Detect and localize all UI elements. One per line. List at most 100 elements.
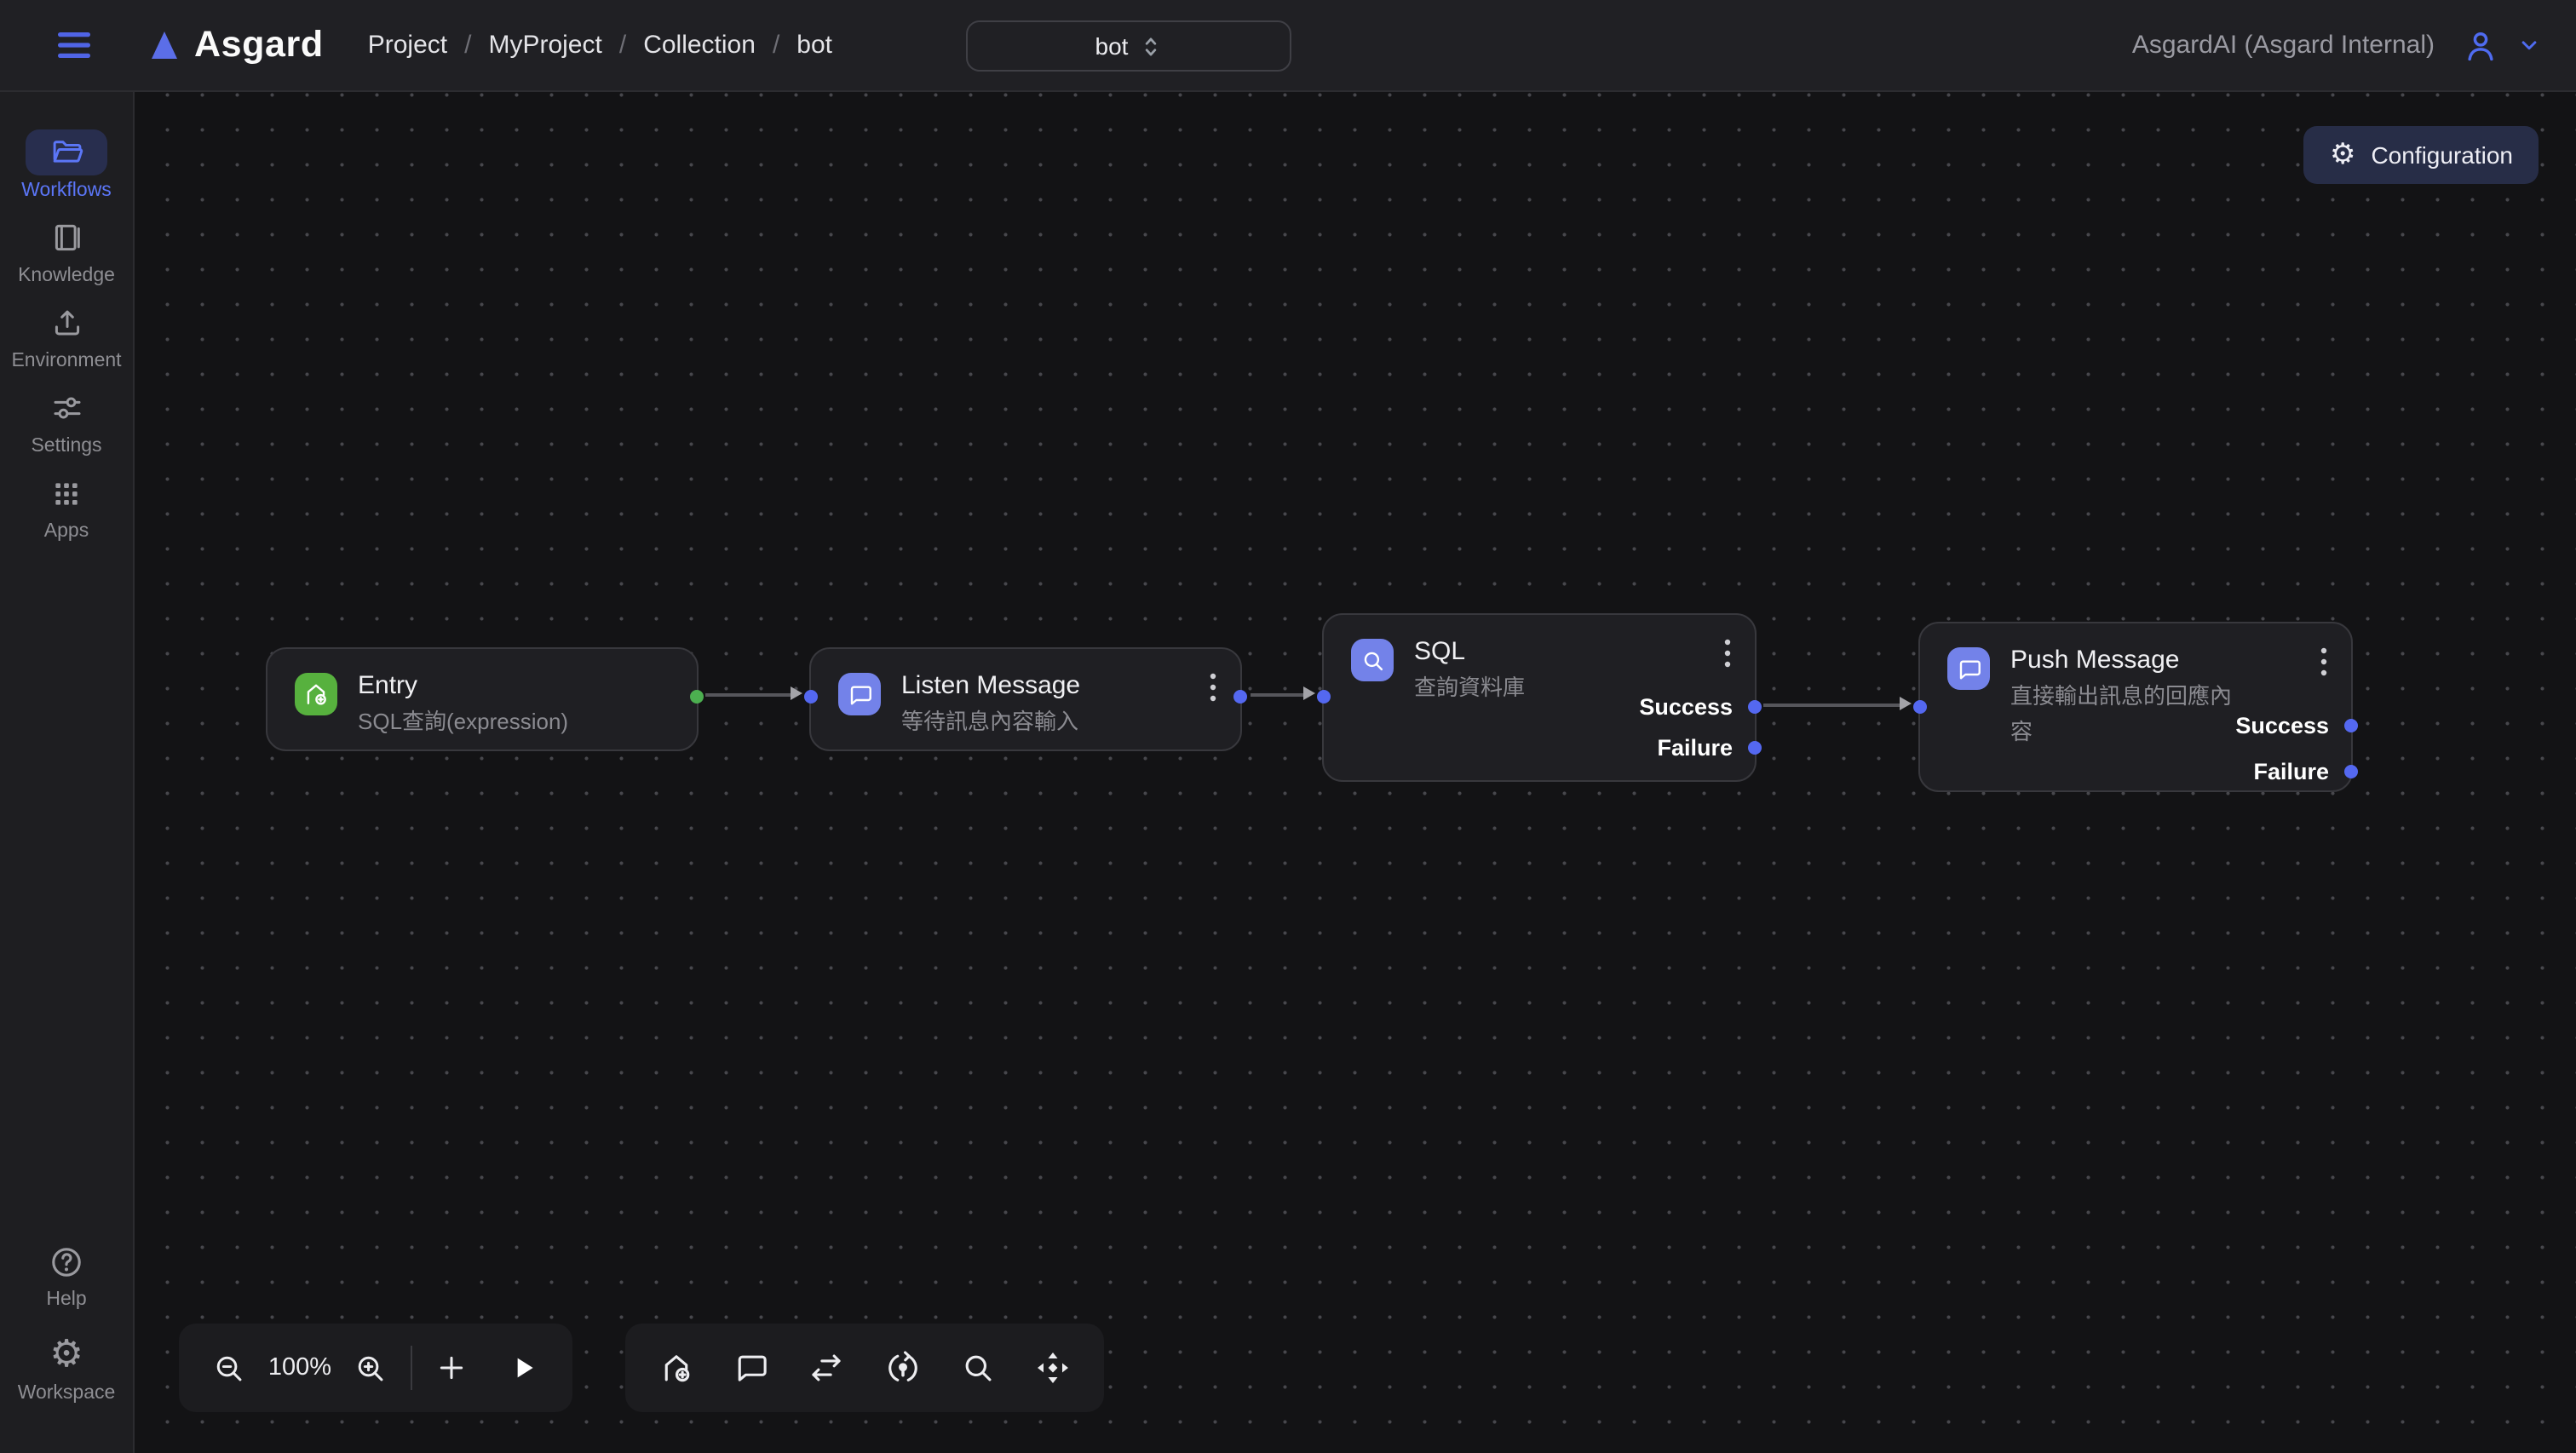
- breadcrumb-separator: /: [464, 31, 471, 60]
- sidebar-item-label: Workspace: [0, 1383, 133, 1404]
- kebab-menu-icon[interactable]: [1724, 639, 1731, 668]
- triangle-logo: [150, 31, 179, 60]
- play-icon[interactable]: [506, 1351, 540, 1385]
- top-header: Asgard Project / MyProject / Collection …: [0, 0, 2576, 92]
- sidebar-item-apps[interactable]: Apps: [0, 470, 133, 542]
- gear-icon: ⚙: [49, 1336, 83, 1374]
- breadcrumb-separator: /: [773, 31, 779, 60]
- edge-entry-to-listen: [705, 693, 792, 696]
- breadcrumb-collection[interactable]: Collection: [643, 31, 756, 60]
- help-circle-icon: [48, 1243, 85, 1280]
- loop-lightbulb-icon[interactable]: [883, 1349, 921, 1387]
- node-push-message[interactable]: Push Message 直接輸出訊息的回應內容 Success Failure: [1918, 622, 2353, 792]
- sidebar-item-workspace[interactable]: ⚙ Workspace: [0, 1332, 133, 1404]
- breadcrumb-project[interactable]: Project: [368, 31, 447, 60]
- edge-arrowhead: [1900, 697, 1912, 710]
- input-port[interactable]: [1913, 700, 1927, 714]
- input-port[interactable]: [804, 690, 818, 704]
- output-port[interactable]: [1233, 690, 1247, 704]
- workflow-canvas[interactable]: ⚙ Configuration Entry SQL查詢(expression): [135, 92, 2576, 1453]
- breadcrumb-myproject[interactable]: MyProject: [488, 31, 601, 60]
- folder-open-icon: [49, 135, 84, 170]
- configuration-button-label: Configuration: [2371, 141, 2513, 169]
- account-label: AsgardAI (Asgard Internal): [2132, 31, 2435, 60]
- edge-sql-success-to-push: [1763, 704, 1901, 706]
- sidebar-item-knowledge[interactable]: Knowledge: [0, 215, 133, 286]
- sidebar-item-label: Environment: [0, 351, 133, 371]
- zoom-level: 100%: [264, 1354, 336, 1381]
- node-sql[interactable]: SQL 查詢資料庫 Success Failure: [1322, 613, 1757, 782]
- sliders-icon: [49, 390, 84, 426]
- configuration-button[interactable]: ⚙ Configuration: [2304, 126, 2539, 184]
- toolbar-divider: [411, 1346, 412, 1390]
- house-plus-icon: [295, 673, 337, 715]
- node-text: Listen Message 等待訊息內容輸入: [901, 668, 1080, 740]
- input-port[interactable]: [1317, 690, 1331, 704]
- node-title: Push Message: [2010, 642, 2239, 678]
- apps-grid-icon: [49, 476, 83, 510]
- left-sidebar: Workflows Knowledge Environment: [0, 92, 135, 1453]
- output-label-success: Success: [1639, 694, 1733, 720]
- node-title: SQL: [1414, 634, 1525, 669]
- header-account-area: AsgardAI (Asgard Internal): [2132, 26, 2576, 64]
- node-text: Entry SQL查詢(expression): [358, 668, 568, 740]
- chat-bubble-icon: [1947, 647, 1990, 690]
- node-text: Push Message 直接輸出訊息的回應內容: [2010, 642, 2239, 749]
- search-icon: [1351, 639, 1394, 681]
- house-plus-icon[interactable]: [658, 1349, 695, 1387]
- workflow-select[interactable]: bot: [966, 20, 1291, 72]
- output-port-failure[interactable]: [1748, 740, 1762, 754]
- zoom-out-icon[interactable]: [211, 1350, 247, 1386]
- chevron-down-icon[interactable]: [2516, 32, 2542, 58]
- sidebar-item-label: Settings: [0, 436, 133, 457]
- app-window: Asgard Project / MyProject / Collection …: [0, 0, 2576, 1453]
- person-icon[interactable]: [2462, 26, 2499, 64]
- unfold-icon: [1140, 33, 1162, 59]
- edge-arrowhead: [1303, 686, 1315, 700]
- upload-icon: [49, 305, 84, 341]
- swap-arrows-icon[interactable]: [808, 1349, 846, 1387]
- chat-bubble-icon: [838, 673, 881, 715]
- sidebar-item-label: Help: [0, 1289, 133, 1310]
- node-subtitle: 直接輸出訊息的回應內容: [2010, 680, 2239, 749]
- node-title: Entry: [358, 668, 568, 704]
- kebab-menu-icon[interactable]: [2320, 647, 2327, 676]
- output-label-success: Success: [2235, 713, 2329, 738]
- sidebar-item-settings[interactable]: Settings: [0, 385, 133, 457]
- search-icon[interactable]: [959, 1349, 997, 1387]
- sidebar-item-label: Knowledge: [0, 266, 133, 286]
- node-listen-message[interactable]: Listen Message 等待訊息內容輸入: [809, 647, 1242, 751]
- breadcrumb-separator: /: [619, 31, 626, 60]
- add-icon[interactable]: [434, 1351, 469, 1385]
- node-entry[interactable]: Entry SQL查詢(expression): [266, 647, 699, 751]
- sidebar-item-label: Apps: [0, 521, 133, 542]
- book-icon: [49, 220, 84, 256]
- zoom-toolbar: 100%: [179, 1324, 572, 1412]
- zoom-in-icon[interactable]: [353, 1350, 388, 1386]
- output-label-failure: Failure: [2253, 758, 2329, 784]
- sidebar-item-label: Workflows: [0, 181, 133, 201]
- node-title: Listen Message: [901, 668, 1080, 704]
- sidebar-item-workflows[interactable]: Workflows: [0, 129, 133, 201]
- sidebar-item-help[interactable]: Help: [0, 1238, 133, 1310]
- output-label-failure: Failure: [1657, 734, 1733, 760]
- node-subtitle: 等待訊息內容輸入: [901, 705, 1080, 740]
- hamburger-icon[interactable]: [58, 32, 90, 58]
- breadcrumb-bot[interactable]: bot: [796, 31, 832, 60]
- node-text: SQL 查詢資料庫: [1414, 634, 1525, 706]
- node-subtitle: SQL查詢(expression): [358, 705, 568, 740]
- output-port[interactable]: [690, 690, 704, 704]
- output-port-failure[interactable]: [2344, 764, 2358, 778]
- app-logo-text: Asgard: [194, 24, 324, 66]
- kebab-menu-icon[interactable]: [1210, 673, 1216, 702]
- edge-arrowhead: [791, 686, 802, 700]
- chat-bubble-icon[interactable]: [733, 1349, 770, 1387]
- output-port-success[interactable]: [2344, 719, 2358, 732]
- node-toolbar: [625, 1324, 1104, 1412]
- node-subtitle: 查詢資料庫: [1414, 671, 1525, 706]
- move-arrows-icon[interactable]: [1034, 1349, 1072, 1387]
- output-port-success[interactable]: [1748, 700, 1762, 714]
- workflow-select-value: bot: [1095, 32, 1129, 60]
- edge-listen-to-sql: [1251, 693, 1305, 696]
- sidebar-item-environment[interactable]: Environment: [0, 300, 133, 371]
